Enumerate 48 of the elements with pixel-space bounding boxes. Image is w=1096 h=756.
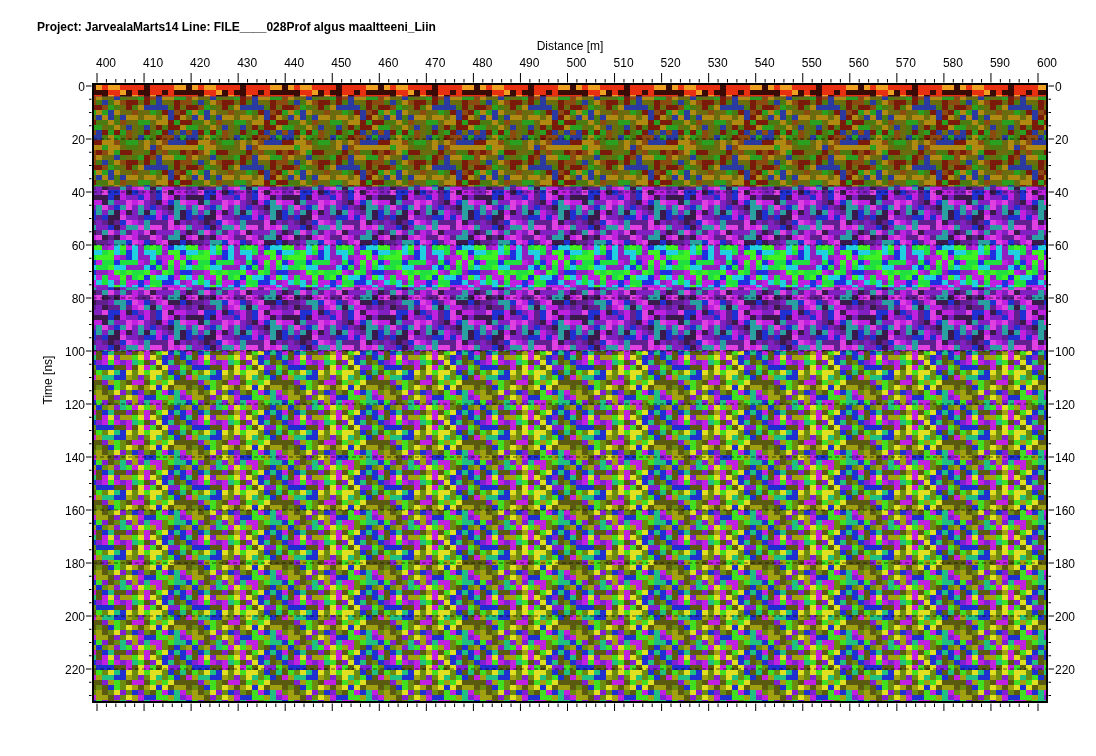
y-tick-label: 200 — [64, 610, 85, 624]
y-tick-label: 220 — [64, 663, 85, 677]
x-tick-label: 530 — [707, 56, 728, 70]
y-tick-label: 220 — [1055, 663, 1076, 677]
x-tick-label: 410 — [143, 56, 164, 70]
x-tick-label: 580 — [942, 56, 963, 70]
y-tick-label: 160 — [1055, 504, 1076, 518]
x-tick-label: 490 — [519, 56, 540, 70]
y-tick-label: 80 — [71, 292, 85, 306]
y-tick-label: 140 — [1055, 451, 1076, 465]
x-tick-label: 470 — [425, 56, 446, 70]
x-tick-label: 400 — [96, 56, 117, 70]
y-tick-label: 120 — [64, 398, 85, 412]
y-tick-label: 60 — [1055, 239, 1069, 253]
y-tick-label: 0 — [78, 80, 85, 94]
x-tick-label: 440 — [284, 56, 305, 70]
x-tick-label: 510 — [613, 56, 634, 70]
y-tick-label: 40 — [71, 186, 85, 200]
x-tick-label: 450 — [331, 56, 352, 70]
y-tick-label: 200 — [1055, 610, 1076, 624]
y-tick-label: 140 — [64, 451, 85, 465]
y-axis-label: Time [ns] — [41, 355, 55, 405]
y-tick-label: 20 — [71, 133, 85, 147]
y-tick-label: 180 — [64, 557, 85, 571]
y-tick-label: 80 — [1055, 292, 1069, 306]
y-tick-label: 180 — [1055, 557, 1076, 571]
profile-title: Project: JarvealaMarts14 Line: FILE____028Prof algus maaltteeni_Liin — [37, 20, 436, 34]
y-tick-label: 0 — [1055, 80, 1062, 94]
y-tick-label: 100 — [64, 345, 85, 359]
x-tick-label: 460 — [378, 56, 399, 70]
x-tick-label: 550 — [801, 56, 822, 70]
x-axis-label: Distance [m] — [536, 39, 604, 53]
x-tick-label: 500 — [566, 56, 587, 70]
y-tick-label: 40 — [1055, 186, 1069, 200]
x-tick-label: 480 — [472, 56, 493, 70]
x-tick-label: 430 — [237, 56, 258, 70]
x-tick-label: 600 — [1037, 56, 1058, 70]
x-tick-label: 540 — [754, 56, 775, 70]
x-tick-label: 590 — [989, 56, 1010, 70]
x-tick-label: 520 — [660, 56, 681, 70]
y-tick-label: 60 — [71, 239, 85, 253]
x-tick-label: 560 — [848, 56, 869, 70]
x-tick-label: 570 — [895, 56, 916, 70]
x-tick-label: 420 — [190, 56, 211, 70]
y-tick-label: 100 — [1055, 345, 1076, 359]
y-tick-label: 160 — [64, 504, 85, 518]
y-tick-label: 20 — [1055, 133, 1069, 147]
y-tick-label: 120 — [1055, 398, 1076, 412]
